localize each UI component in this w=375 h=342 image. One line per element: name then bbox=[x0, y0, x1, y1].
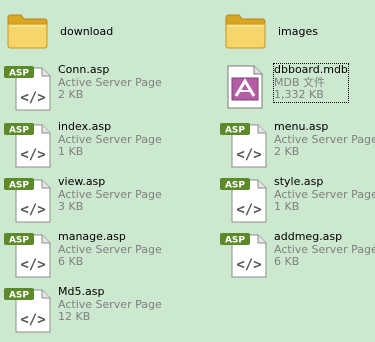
file-item-dbboard-mdb[interactable]: dbboard.mdb MDB 文件 1,332 KB bbox=[220, 63, 375, 116]
file-size: 6 KB bbox=[58, 255, 84, 268]
svg-text:</>: </> bbox=[20, 257, 45, 273]
file-item-addmeg-asp[interactable]: ASP </> addmeg.asp Active Server Page 6 … bbox=[220, 230, 375, 283]
file-name: dbboard.mdb bbox=[274, 63, 348, 76]
file-size: 3 KB bbox=[58, 200, 84, 213]
asp-file-icon: ASP </> bbox=[4, 176, 52, 224]
file-size: 1 KB bbox=[274, 200, 300, 213]
file-name: Conn.asp bbox=[58, 63, 110, 76]
file-name: Md5.asp bbox=[58, 285, 105, 298]
asp-file-icon: ASP </> bbox=[4, 286, 52, 334]
svg-text:</>: </> bbox=[20, 312, 45, 328]
asp-file-icon: ASP </> bbox=[4, 64, 52, 112]
file-item-md5-asp[interactable]: ASP </> Md5.asp Active Server Page 12 KB bbox=[4, 285, 164, 338]
file-name: addmeg.asp bbox=[274, 230, 343, 243]
asp-badge-text: ASP bbox=[9, 126, 29, 136]
file-item-manage-asp[interactable]: ASP </> manage.asp Active Server Page 6 … bbox=[4, 230, 164, 283]
asp-badge-text: ASP bbox=[9, 291, 29, 301]
asp-badge-text: ASP bbox=[225, 181, 245, 191]
svg-text:</>: </> bbox=[236, 257, 261, 273]
asp-file-icon: ASP </> bbox=[220, 121, 268, 169]
asp-badge-text: ASP bbox=[225, 236, 245, 246]
svg-text:</>: </> bbox=[20, 147, 45, 163]
file-item-conn-asp[interactable]: ASP </> Conn.asp Active Server Page 2 KB bbox=[4, 63, 164, 116]
svg-text:</>: </> bbox=[20, 202, 45, 218]
asp-badge-text: ASP bbox=[9, 181, 29, 191]
file-size: 1,332 KB bbox=[274, 88, 324, 101]
asp-badge-text: ASP bbox=[9, 69, 29, 79]
asp-file-icon: ASP </> bbox=[4, 231, 52, 279]
folder-icon bbox=[224, 10, 272, 58]
file-name: index.asp bbox=[58, 120, 112, 133]
file-item-style-asp[interactable]: ASP </> style.asp Active Server Page 1 K… bbox=[220, 175, 375, 228]
file-name: manage.asp bbox=[58, 230, 126, 243]
file-name: menu.asp bbox=[274, 120, 329, 133]
file-name: view.asp bbox=[58, 175, 106, 188]
file-item-view-asp[interactable]: ASP </> view.asp Active Server Page 3 KB bbox=[4, 175, 164, 228]
asp-badge-text: ASP bbox=[225, 126, 245, 136]
file-size: 2 KB bbox=[58, 88, 84, 101]
asp-badge-text: ASP bbox=[9, 236, 29, 246]
mdb-file-icon bbox=[220, 64, 268, 112]
asp-file-icon: ASP </> bbox=[220, 176, 268, 224]
file-name: download bbox=[60, 25, 114, 38]
file-name: style.asp bbox=[274, 175, 324, 188]
folder-item-images[interactable]: images bbox=[224, 10, 375, 62]
file-size: 1 KB bbox=[58, 145, 84, 158]
folder-item-download[interactable]: download bbox=[6, 10, 166, 62]
folder-icon bbox=[6, 10, 54, 58]
file-name: images bbox=[278, 25, 318, 38]
asp-file-icon: ASP </> bbox=[4, 121, 52, 169]
file-size: 6 KB bbox=[274, 255, 300, 268]
asp-file-icon: ASP </> bbox=[220, 231, 268, 279]
svg-text:</>: </> bbox=[236, 202, 261, 218]
file-item-menu-asp[interactable]: ASP </> menu.asp Active Server Page 2 KB bbox=[220, 120, 375, 173]
file-size: 2 KB bbox=[274, 145, 300, 158]
file-item-index-asp[interactable]: ASP </> index.asp Active Server Page 1 K… bbox=[4, 120, 164, 173]
svg-text:</>: </> bbox=[236, 147, 261, 163]
file-size: 12 KB bbox=[58, 310, 91, 323]
svg-text:</>: </> bbox=[20, 90, 45, 106]
